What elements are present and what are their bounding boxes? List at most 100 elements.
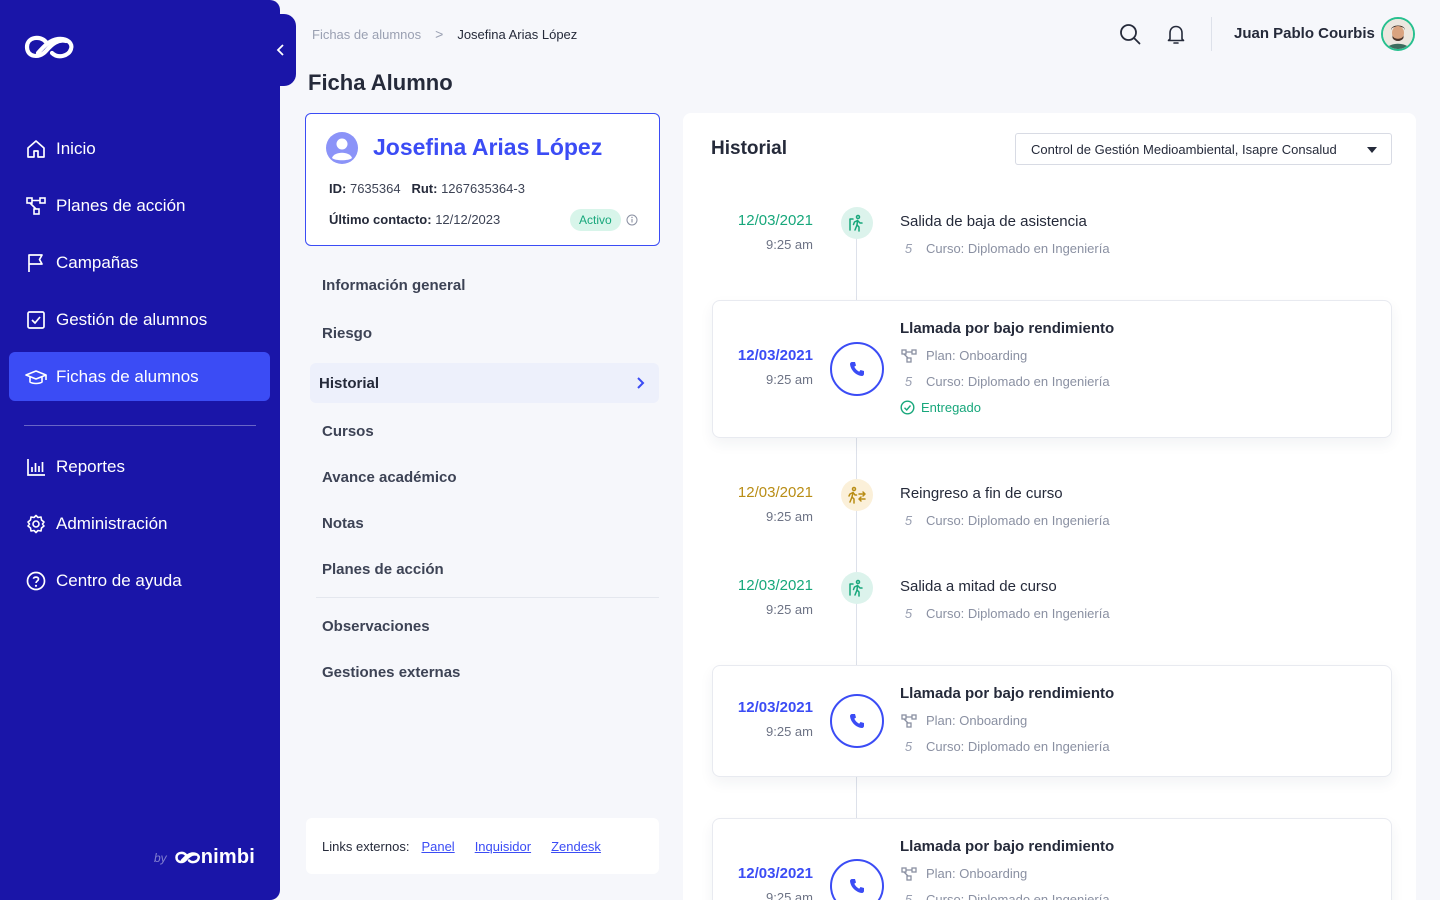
event-plan: Plan: Onboarding (900, 713, 1027, 728)
event-course: 5 Curso: Diplomado en Ingeniería (900, 606, 1110, 621)
checkbox-icon (25, 309, 47, 331)
external-links-label: Links externos: (322, 838, 410, 854)
breadcrumb-parent[interactable]: Fichas de alumnos (312, 27, 421, 42)
flow-icon (900, 866, 917, 881)
flag-icon (25, 252, 47, 274)
event-course-label: Curso: Diplomado en Ingeniería (926, 241, 1110, 256)
section-label: Observaciones (322, 617, 430, 635)
event-course: 5 Curso: Diplomado en Ingeniería (900, 513, 1110, 528)
nav-item-centro-de-ayuda[interactable]: Centro de ayuda (9, 556, 270, 605)
person-exit-icon (841, 572, 873, 604)
graduation-cap-icon (25, 366, 47, 388)
course-icon: 5 (904, 892, 913, 900)
nav-item-gestion-de-alumnos[interactable]: Gestión de alumnos (9, 295, 270, 344)
nav-label: Campañas (56, 252, 139, 272)
section-label: Cursos (322, 422, 374, 440)
search-icon[interactable] (1118, 22, 1142, 46)
event-course-label: Curso: Diplomado en Ingeniería (926, 739, 1110, 754)
event-title: Salida de baja de asistencia (900, 213, 1087, 230)
student-ids: ID: 7635364 Rut: 1267635364-3 (329, 181, 525, 196)
event-title: Llamada por bajo rendimiento (900, 838, 1115, 855)
event-time: 9:25 am (766, 890, 813, 900)
program-select[interactable]: Control de Gestión Medioambiental, Isapr… (1015, 133, 1392, 165)
sections-divider (316, 597, 659, 598)
section-historial[interactable]: Historial (310, 363, 659, 403)
event-course-label: Curso: Diplomado en Ingeniería (926, 892, 1110, 900)
sidebar-divider (24, 425, 256, 426)
nimbi-logo[interactable] (24, 34, 76, 62)
timeline-line (856, 777, 857, 819)
phone-icon[interactable] (830, 694, 884, 748)
section-planes-de-accion[interactable]: Planes de acción (310, 549, 659, 589)
event-time: 9:25 am (766, 509, 813, 524)
history-event-card[interactable] (712, 818, 1392, 900)
student-id: 7635364 (349, 181, 401, 196)
rut-label: Rut: (411, 181, 438, 196)
info-icon[interactable] (626, 214, 638, 226)
nav-label: Reportes (56, 456, 125, 476)
event-status: Entregado (900, 400, 981, 415)
nav-item-campanas[interactable]: Campañas (9, 238, 270, 287)
user-circle-icon (325, 131, 359, 165)
event-time: 9:25 am (766, 602, 813, 617)
nav-item-reportes[interactable]: Reportes (9, 442, 270, 491)
home-icon (25, 138, 47, 160)
nav-item-fichas-de-alumnos[interactable]: Fichas de alumnos (9, 352, 270, 401)
bell-icon[interactable] (1164, 22, 1188, 46)
event-course: 5 Curso: Diplomado en Ingeniería (900, 892, 1110, 900)
phone-icon[interactable] (830, 342, 884, 396)
collapse-sidebar-button[interactable] (266, 14, 296, 86)
event-date: 12/03/2021 (737, 577, 813, 594)
person-exit-icon (841, 207, 873, 239)
section-label: Avance académico (322, 468, 457, 486)
event-course-label: Curso: Diplomado en Ingeniería (926, 606, 1110, 621)
link-inquisidor[interactable]: Inquisidor (475, 839, 531, 854)
event-title: Llamada por bajo rendimiento (900, 685, 1115, 702)
student-name: Josefina Arias López (373, 134, 603, 160)
event-date: 12/03/2021 (737, 865, 813, 882)
course-icon: 5 (904, 513, 913, 528)
event-plan: Plan: Onboarding (900, 348, 1027, 363)
program-select-value: Control de Gestión Medioambiental, Isapr… (1031, 141, 1337, 157)
breadcrumb-current: Josefina Arias López (457, 26, 578, 42)
breadcrumb: Fichas de alumnos > Josefina Arias López (312, 26, 577, 42)
event-date: 12/03/2021 (737, 347, 813, 364)
section-notas[interactable]: Notas (310, 503, 659, 543)
section-cursos[interactable]: Cursos (310, 411, 659, 451)
external-links: Links externos: Panel Inquisidor Zendesk (306, 818, 659, 874)
section-gestiones-externas[interactable]: Gestiones externas (310, 652, 659, 692)
course-icon: 5 (904, 606, 913, 621)
event-plan-label: Plan: Onboarding (926, 713, 1028, 728)
avatar[interactable] (1381, 17, 1415, 51)
flow-icon (900, 713, 917, 728)
page-title: Ficha Alumno (308, 70, 453, 95)
history-title: Historial (711, 138, 788, 159)
event-time: 9:25 am (766, 724, 813, 739)
nav-item-administracion[interactable]: Administración (9, 499, 270, 548)
gear-icon (25, 513, 47, 535)
breadcrumb-separator: > (435, 26, 444, 42)
link-panel[interactable]: Panel (421, 839, 454, 854)
section-informacion-general[interactable]: Información general (310, 265, 659, 305)
person-reentry-icon (841, 479, 873, 511)
course-icon: 5 (904, 241, 913, 256)
section-observaciones[interactable]: Observaciones (310, 606, 659, 646)
nav-item-planes-de-accion[interactable]: Planes de acción (9, 181, 270, 230)
link-zendesk[interactable]: Zendesk (551, 839, 601, 854)
event-plan: Plan: Onboarding (900, 866, 1027, 881)
history-event-card[interactable] (712, 665, 1392, 777)
section-avance-academico[interactable]: Avance académico (310, 457, 659, 497)
section-label: Gestiones externas (322, 663, 461, 681)
event-course: 5 Curso: Diplomado en Ingeniería (900, 374, 1110, 389)
event-plan-label: Plan: Onboarding (926, 866, 1028, 881)
student-rut: 1267635364-3 (441, 181, 525, 196)
event-course: 5 Curso: Diplomado en Ingeniería (900, 739, 1110, 754)
timeline-line (856, 238, 857, 300)
sidebar: Inicio Planes de acción Campañas Gestión… (0, 0, 296, 900)
nav-item-inicio[interactable]: Inicio (9, 124, 270, 173)
section-riesgo[interactable]: Riesgo (310, 313, 659, 353)
brand-name: nimbi (200, 846, 256, 868)
nav-label: Planes de acción (56, 195, 186, 215)
student-card: Josefina Arias López ID: 7635364 Rut: 12… (305, 113, 660, 246)
user-name[interactable]: Juan Pablo Courbis (1234, 25, 1375, 42)
